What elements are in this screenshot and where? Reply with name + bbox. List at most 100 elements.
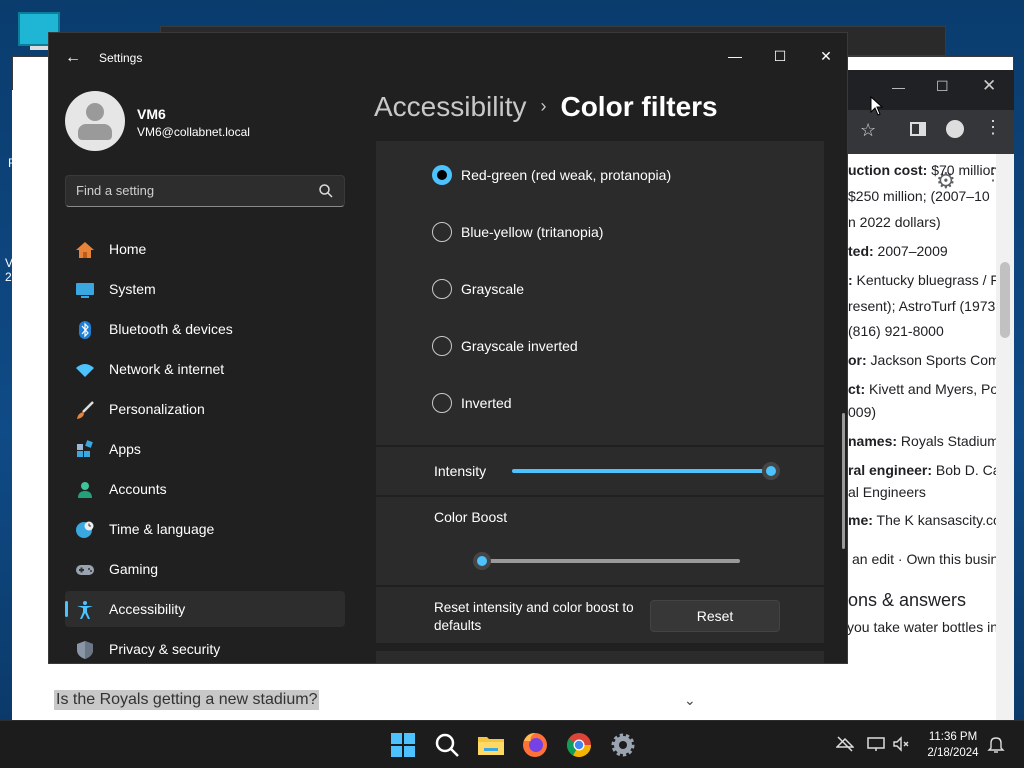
taskbar: 11:36 PM 2/18/2024 xyxy=(0,720,1024,768)
breadcrumb: Accessibility › Color filters xyxy=(374,91,718,131)
sidebar-item-label: Privacy & security xyxy=(109,641,221,657)
line-value: 009) xyxy=(848,404,877,420)
knowledge-panel-line: uction cost: $70 million; xyxy=(848,162,1002,178)
intensity-label: Intensity xyxy=(434,463,487,479)
intensity-slider[interactable] xyxy=(512,469,772,473)
color-boost-slider-thumb[interactable] xyxy=(473,552,491,570)
user-name: VM6 xyxy=(137,106,166,122)
chrome-close-icon[interactable]: ✕ xyxy=(982,76,996,96)
settings-gear-icon[interactable] xyxy=(607,729,639,761)
sidebar-item-system[interactable]: System xyxy=(65,271,345,307)
line-key: names: xyxy=(848,433,898,449)
sidebar-item-label: Personalization xyxy=(109,401,205,417)
knowledge-panel-line: resent); AstroTurf (1973 xyxy=(848,298,995,314)
avatar[interactable] xyxy=(65,91,125,151)
system-clock[interactable]: 11:36 PM 2/18/2024 xyxy=(918,729,988,761)
filter-option-label: Inverted xyxy=(461,395,512,411)
knowledge-panel-line: an edit · Own this busin xyxy=(852,551,998,567)
intensity-slider-thumb[interactable] xyxy=(762,462,780,480)
knowledge-panel-line: ted: 2007–2009 xyxy=(848,243,948,259)
line-value: an edit · Own this busin xyxy=(852,551,999,567)
sidebar-item-apps[interactable]: Apps xyxy=(65,431,345,467)
bookmark-star-icon[interactable]: ☆ xyxy=(860,120,876,141)
sidebar-item-label: Network & internet xyxy=(109,361,225,377)
line-value: 2007–2009 xyxy=(873,243,948,259)
chrome-maximize-icon[interactable]: ☐ xyxy=(936,78,949,95)
radio-button[interactable] xyxy=(432,336,452,356)
scrollbar-thumb[interactable] xyxy=(1000,262,1010,338)
search-input[interactable]: Find a setting xyxy=(76,183,154,198)
close-button[interactable]: ✕ xyxy=(811,41,841,71)
sidebar-item-bluetooth[interactable]: Bluetooth & devices xyxy=(65,311,345,347)
filter-option-label: Blue-yellow (tritanopia) xyxy=(461,224,604,240)
search-box[interactable]: Find a setting xyxy=(65,175,345,207)
volume-muted-icon[interactable] xyxy=(892,735,910,753)
reset-setting: Reset intensity and color boost to defau… xyxy=(376,587,824,643)
line-value: Kentucky bluegrass / F xyxy=(852,272,999,288)
minimize-button[interactable]: — xyxy=(720,41,750,71)
notification-bell-icon[interactable] xyxy=(987,735,1005,753)
maximize-button[interactable]: ☐ xyxy=(765,41,795,71)
reset-button[interactable]: Reset xyxy=(650,600,780,632)
line-value: Jackson Sports Comp xyxy=(866,352,1008,368)
knowledge-panel-line: n 2022 dollars) xyxy=(848,214,941,230)
brush-icon xyxy=(77,401,94,419)
content-scrollbar[interactable] xyxy=(842,413,845,549)
chrome-menu-icon[interactable]: ⋮ xyxy=(984,118,1002,136)
sidebar-item-accounts[interactable]: Accounts xyxy=(65,471,345,507)
intensity-setting: Intensity xyxy=(376,447,824,495)
sidebar-item-privacy[interactable]: Privacy & security xyxy=(65,631,345,663)
accounts-icon xyxy=(78,482,92,498)
radio-button[interactable] xyxy=(432,165,452,185)
chevron-down-icon[interactable]: ⌄ xyxy=(684,692,696,709)
profile-icon[interactable] xyxy=(946,120,964,138)
shield-icon xyxy=(77,641,93,659)
radio-button[interactable] xyxy=(432,279,452,299)
knowledge-panel-line: $250 million; (2007–10 xyxy=(848,188,990,204)
display-icon[interactable] xyxy=(867,735,885,753)
mouse-cursor-icon xyxy=(870,96,884,116)
page-title: Color filters xyxy=(560,91,718,122)
windows-start-icon[interactable] xyxy=(387,729,419,761)
line-value: The K kansascity.com xyxy=(872,512,1013,528)
sidebar-item-label: System xyxy=(109,281,156,297)
radio-button[interactable] xyxy=(432,222,452,242)
line-value: n 2022 dollars) xyxy=(848,214,941,230)
file-explorer-icon[interactable] xyxy=(475,729,507,761)
radio-button[interactable] xyxy=(432,393,452,413)
sidebar-item-label: Apps xyxy=(109,441,141,457)
question-item[interactable]: Is the Royals getting a new stadium? xyxy=(54,690,320,710)
search-icon[interactable] xyxy=(431,729,463,761)
knowledge-panel-line: or: Jackson Sports Comp xyxy=(848,352,1008,368)
knowledge-panel-line: me: The K kansascity.com xyxy=(848,512,1012,528)
color-boost-label: Color Boost xyxy=(434,509,508,525)
knowledge-panel-line: (816) 921-8000 xyxy=(848,323,944,339)
knowledge-panel-line: names: Royals Stadium xyxy=(848,433,999,449)
sidebar-item-time-language[interactable]: Time & language xyxy=(65,511,345,547)
chrome-minimize-icon[interactable]: — xyxy=(892,80,905,95)
line-value: $70 million; xyxy=(927,162,1003,178)
content-area: Red-green (red weak, protanopia) Blue-ye… xyxy=(376,141,824,663)
sidebar-item-gaming[interactable]: Gaming xyxy=(65,551,345,587)
chrome-scrollbar[interactable] xyxy=(996,154,1014,720)
sidebar-item-label: Accessibility xyxy=(109,601,186,617)
sidebar-item-accessibility[interactable]: Accessibility xyxy=(65,591,345,627)
side-panel-icon[interactable] xyxy=(910,122,926,136)
network-disconnected-icon[interactable] xyxy=(836,735,854,753)
home-icon xyxy=(76,242,94,258)
knowledge-panel-line: al Engineers xyxy=(848,484,926,500)
breadcrumb-parent[interactable]: Accessibility xyxy=(374,91,526,122)
chrome-icon[interactable] xyxy=(563,729,595,761)
knowledge-panel-line: ral engineer: Bob D. Ca xyxy=(848,462,1001,478)
app-title: Settings xyxy=(99,51,143,65)
sidebar-item-personalization[interactable]: Personalization xyxy=(65,391,345,427)
accessibility-icon xyxy=(77,601,93,619)
sidebar-item-home[interactable]: Home xyxy=(65,231,345,267)
reset-label: Reset intensity and color boost to defau… xyxy=(434,600,634,633)
firefox-icon[interactable] xyxy=(519,729,551,761)
sidebar-item-network[interactable]: Network & internet xyxy=(65,351,345,387)
color-boost-slider[interactable] xyxy=(482,559,740,563)
line-key: ct: xyxy=(848,381,866,397)
background-page xyxy=(12,90,48,660)
back-button[interactable]: ← xyxy=(63,48,83,68)
